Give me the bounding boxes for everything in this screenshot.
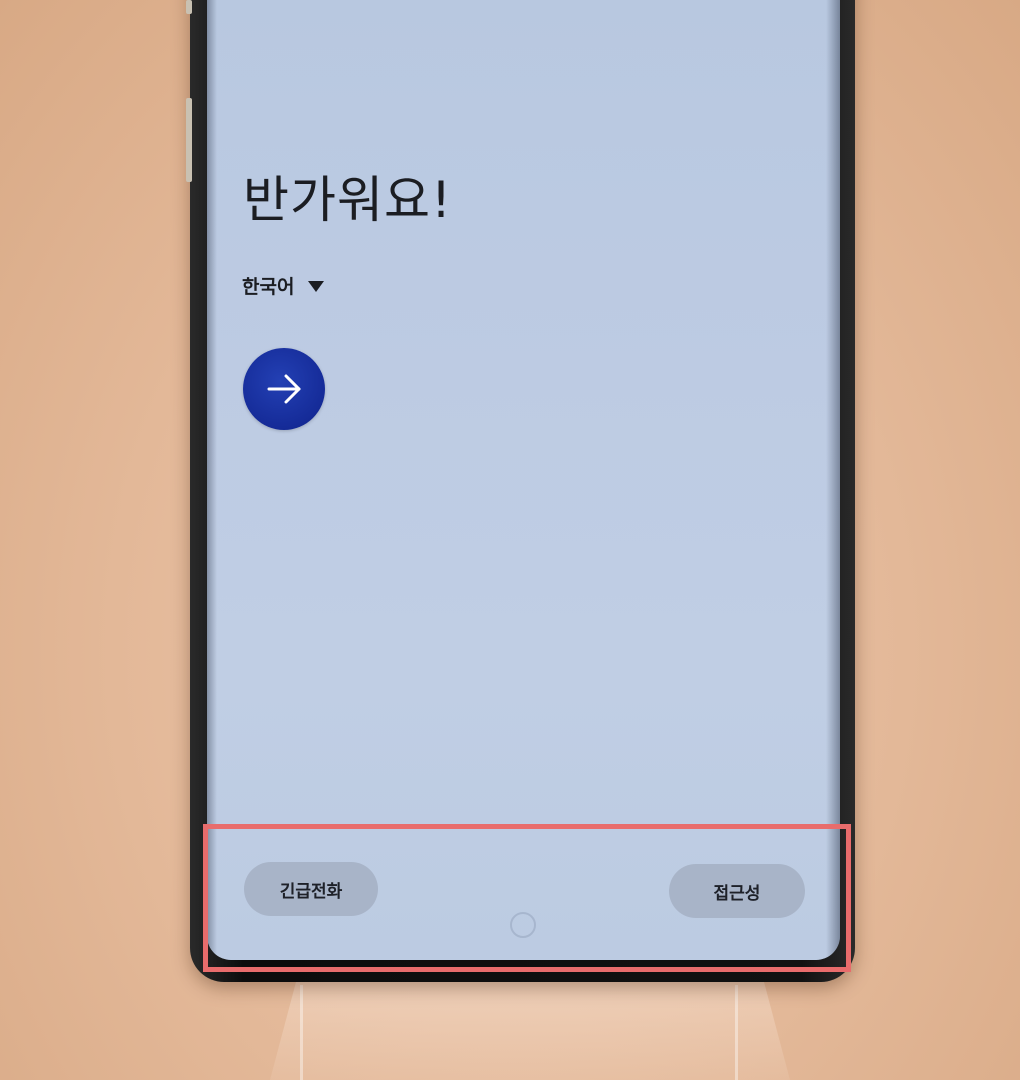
arrow-right-icon (267, 374, 301, 404)
side-button-volume (186, 98, 192, 182)
next-button[interactable] (243, 348, 325, 430)
welcome-headline: 반가워요! (243, 171, 453, 229)
welcome-screen: 반가워요! 한국어 긴급전화 접근성 (207, 0, 840, 960)
side-button-top (186, 0, 192, 14)
phone-stand (270, 982, 790, 1080)
emergency-call-button[interactable]: 긴급전화 (244, 862, 378, 916)
stand-edge-left (300, 985, 303, 1080)
fingerprint-indicator-icon (510, 912, 536, 938)
language-selected-label: 한국어 (242, 276, 295, 298)
language-dropdown[interactable]: 한국어 (242, 272, 325, 299)
accessibility-button[interactable]: 접근성 (669, 864, 805, 918)
stand-edge-right (735, 985, 738, 1080)
dropdown-caret-icon (308, 281, 325, 292)
